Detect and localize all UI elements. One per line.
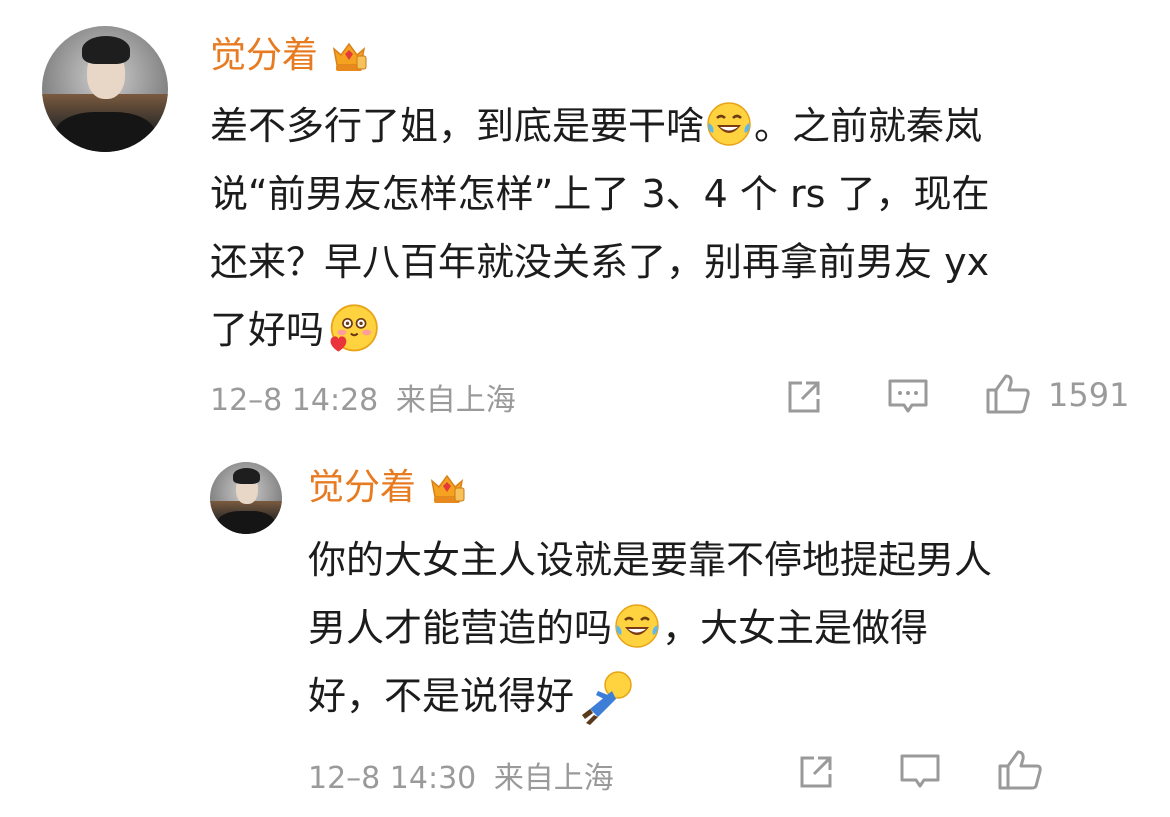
comment-text: 差不多行了姐，到底是要干啥 。之前就秦岚 说“前男友怎样怎样”上了 3、4 个 … [210,92,989,364]
vip-crown-icon [332,42,367,71]
like-icon[interactable] [984,372,1032,416]
share-icon[interactable] [796,752,836,792]
comment-line-5: 了好吗 [210,308,325,352]
comment-location: 来自上海 [395,383,516,418]
reply-meta: 12–8 14:30 来自上海 [308,753,614,797]
comment-line-1: 差不多行了姐，到底是要干啥 [210,104,705,148]
reply-line-1: 你的大女主人设就是要靠不停地提起男人 [308,538,993,582]
comment-meta: 12–8 14:28 来自上海 [210,375,516,419]
like-icon[interactable] [996,748,1044,792]
fall-over-emoji [582,671,632,725]
reply-line-2: 男人才能营造的吗 [308,606,613,650]
comment-line-3: 说“前男友怎样怎样”上了 3、4 个 rs 了，现在 [210,172,990,216]
share-icon[interactable] [784,377,824,417]
avatar[interactable] [210,462,282,534]
comment-icon[interactable] [886,377,930,417]
reply-line-4: 好，不是说得好 [308,674,575,718]
like-count: 1591 [1048,376,1130,414]
comment-icon[interactable] [898,752,942,792]
comment-time: 12–8 14:28 [210,383,379,418]
shy-heart-emoji [330,304,378,352]
reply-text: 你的大女主人设就是要靠不停地提起男人 男人才能营造的吗 ，大女主是做得 好，不是… [308,526,992,730]
comment-line-2: 。之前就秦岚 [754,104,983,148]
reply-author[interactable]: 觉分着 [308,468,466,508]
author-name[interactable]: 觉分着 [308,467,416,508]
avatar[interactable] [42,26,168,152]
reply-time: 12–8 14:30 [308,761,477,796]
author-name[interactable]: 觉分着 [210,35,318,76]
laugh-cry-emoji [615,604,659,648]
laugh-cry-emoji [707,102,751,146]
vip-crown-icon [430,474,465,503]
comment-author[interactable]: 觉分着 [210,36,368,76]
reply-location: 来自上海 [493,761,614,796]
reply-line-3: ，大女主是做得 [662,606,929,650]
comment-line-4: 还来？早八百年就没关系了，别再拿前男友 yx [210,240,990,284]
